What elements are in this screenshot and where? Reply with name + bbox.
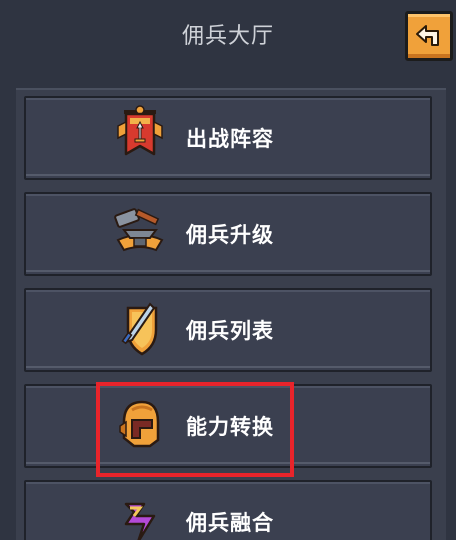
banner-sword-icon	[117, 105, 163, 156]
menu-label-fusion: 佣兵融合	[186, 511, 274, 535]
menu-label-upgrade: 佣兵升级	[186, 223, 274, 247]
anvil-hammer-icon	[114, 208, 164, 252]
page-title: 佣兵大厅	[181, 24, 274, 49]
menu-item-lineup[interactable]: 出战阵容	[24, 96, 432, 180]
highlight-box	[96, 382, 294, 477]
mercenary-hall-screen: 佣兵大厅 出战阵容 佣兵升级 佣兵列表 能力转换 佣兵融合	[0, 0, 456, 540]
menu-item-fusion[interactable]: 佣兵融合	[24, 480, 432, 540]
menu-item-upgrade[interactable]: 佣兵升级	[24, 192, 432, 276]
shield-sword-icon	[121, 302, 158, 356]
menu-label-lineup: 出战阵容	[186, 127, 274, 151]
menu-item-list[interactable]: 佣兵列表	[24, 288, 432, 372]
back-button[interactable]	[405, 11, 453, 61]
fusion-icon	[124, 502, 156, 540]
back-arrow-icon	[416, 25, 439, 46]
menu-label-list: 佣兵列表	[186, 319, 274, 343]
